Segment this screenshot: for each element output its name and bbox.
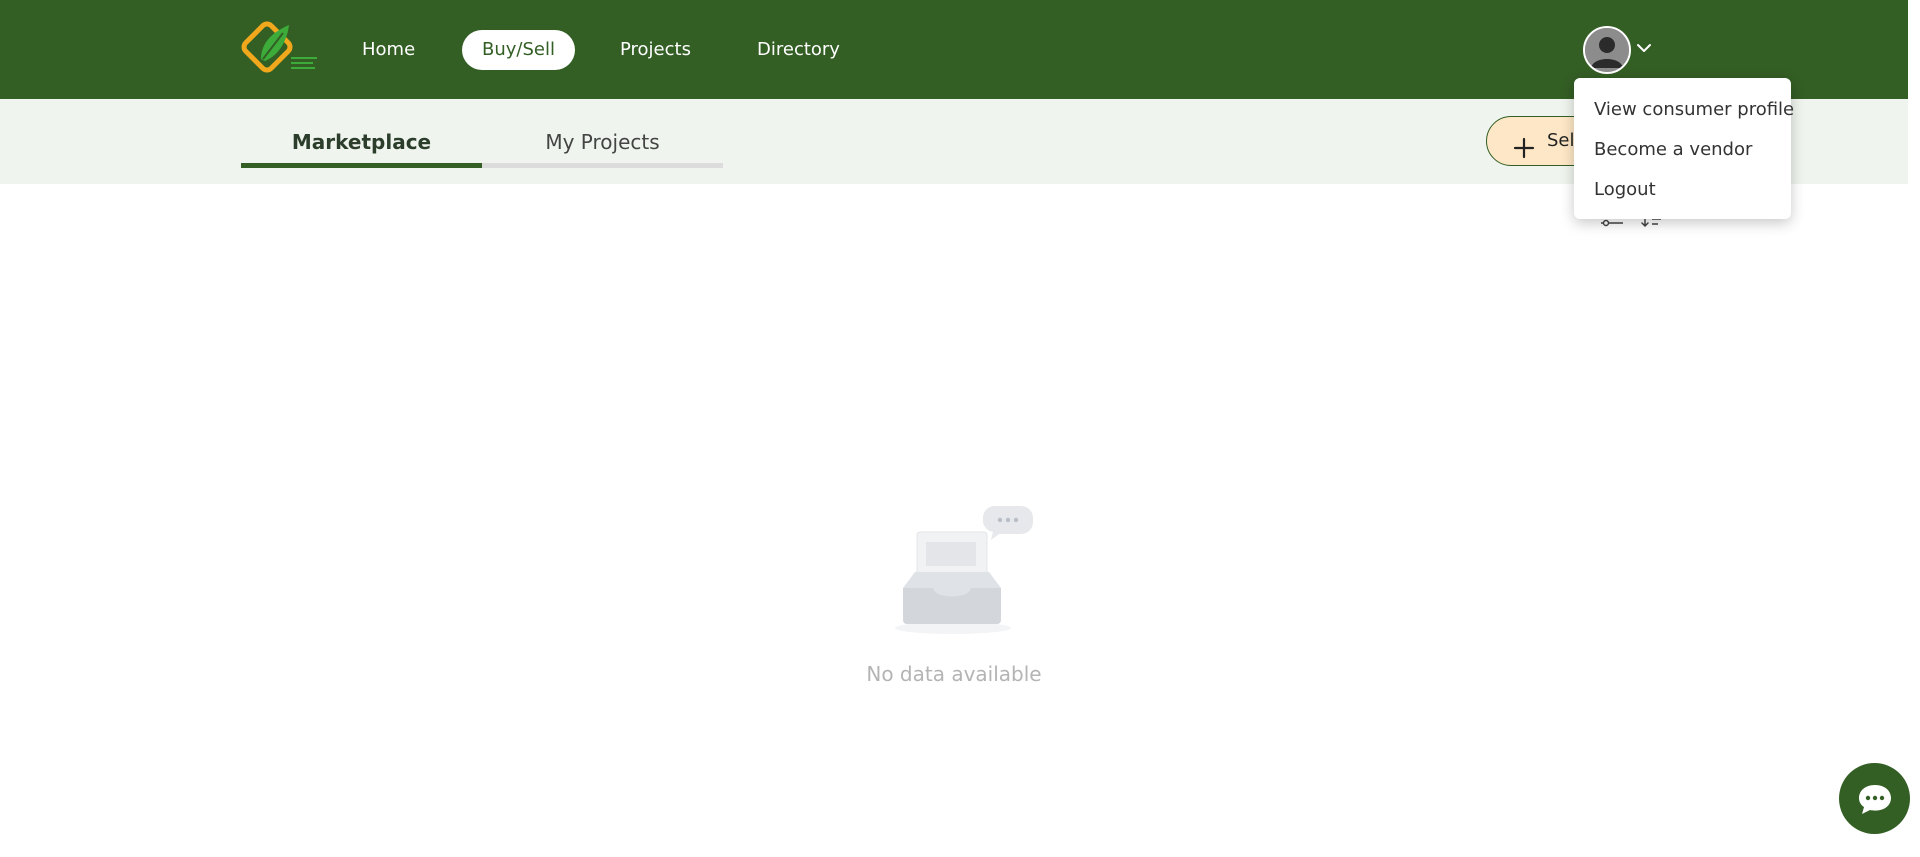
tab-marketplace[interactable]: Marketplace xyxy=(241,121,482,163)
tab-my-projects-indicator xyxy=(482,163,723,168)
chat-bubble-icon xyxy=(1859,785,1891,814)
nav-home[interactable]: Home xyxy=(362,30,415,70)
empty-state-message: No data available xyxy=(866,662,1042,686)
chat-button[interactable] xyxy=(1839,763,1910,834)
user-dropdown-menu: View consumer profile Become a vendor Lo… xyxy=(1574,78,1794,219)
nav-directory[interactable]: Directory xyxy=(757,30,840,70)
nav-projects[interactable]: Projects xyxy=(620,30,691,70)
tab-my-projects[interactable]: My Projects xyxy=(482,121,723,163)
menu-logout[interactable]: Logout xyxy=(1574,170,1791,210)
menu-view-consumer-profile[interactable]: View consumer profile xyxy=(1574,90,1794,130)
chevron-down-icon[interactable] xyxy=(1636,40,1652,56)
leaf-logo-icon[interactable] xyxy=(239,19,321,81)
menu-become-vendor[interactable]: Become a vendor xyxy=(1574,130,1791,170)
plus-icon xyxy=(1513,130,1535,159)
nav-buy-sell[interactable]: Buy/Sell xyxy=(462,30,575,70)
sell-button-label: Sel xyxy=(1547,130,1575,151)
tab-marketplace-indicator xyxy=(241,163,482,168)
user-avatar-icon[interactable] xyxy=(1583,26,1631,74)
empty-inbox-icon xyxy=(893,502,1038,637)
